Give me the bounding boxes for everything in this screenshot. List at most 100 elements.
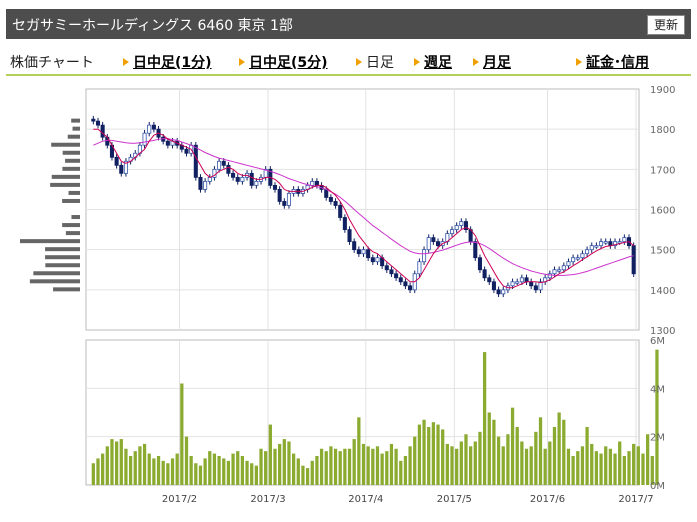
candle — [114, 156, 119, 166]
volume-bar — [515, 427, 519, 485]
candle — [435, 241, 441, 247]
x-tick-label: 2017/5 — [437, 494, 472, 505]
candle — [254, 180, 259, 186]
volume-bar — [156, 456, 161, 485]
candle — [286, 193, 292, 206]
volume-bar — [441, 429, 445, 485]
volume-bar — [375, 446, 380, 485]
volume-bar — [399, 460, 403, 485]
volume-bar — [496, 436, 501, 485]
volume-bar — [506, 434, 510, 485]
volume-bar — [240, 456, 245, 485]
candle — [342, 217, 347, 230]
candle — [277, 189, 282, 202]
price-tick-label: 1800 — [650, 125, 675, 136]
volume-bar — [245, 460, 249, 485]
volume-bar — [557, 412, 561, 485]
volume-bar — [124, 448, 128, 485]
volume-bar — [543, 448, 547, 485]
candle — [622, 237, 627, 243]
price-tick-label: 1400 — [650, 286, 675, 297]
candle — [552, 269, 557, 275]
volume-bar — [501, 446, 505, 485]
candle — [184, 148, 189, 154]
volume-bar — [585, 427, 589, 485]
volume-bar — [478, 431, 482, 485]
volume-bar — [371, 448, 375, 485]
candle — [403, 281, 408, 287]
candle — [226, 164, 231, 174]
volume-bar — [403, 456, 408, 485]
volume-bar — [427, 427, 431, 485]
candle — [575, 257, 580, 260]
volume-profile-bar — [45, 255, 80, 260]
volume-bar — [492, 419, 496, 485]
candle — [91, 118, 96, 122]
volume-bar — [450, 446, 454, 485]
candle — [193, 144, 198, 178]
volume-profile-bar — [62, 150, 80, 155]
candle — [631, 245, 636, 275]
volume-bar — [343, 448, 347, 485]
volume-bar — [361, 443, 366, 485]
x-tick-label: 2017/4 — [348, 494, 383, 505]
volume-tick-label: 4M — [650, 384, 665, 395]
candle — [310, 180, 315, 186]
volume-bar — [529, 446, 533, 485]
volume-profile-bar — [71, 215, 80, 220]
volume-bar — [445, 443, 449, 485]
volume-bar — [114, 441, 119, 485]
candle — [100, 124, 105, 138]
candle — [221, 160, 226, 166]
x-tick-label: 2017/2 — [162, 494, 197, 505]
volume-bar — [487, 412, 491, 485]
volume-bar — [128, 456, 133, 485]
volume-bar — [366, 446, 370, 485]
volume-bar — [91, 463, 95, 485]
candle — [142, 132, 147, 146]
volume-profile-bar — [65, 231, 80, 236]
x-tick-label: 2017/7 — [618, 494, 653, 505]
volume-profile-bar — [53, 287, 80, 292]
candle — [417, 261, 422, 275]
candle — [333, 201, 338, 206]
candle — [524, 277, 529, 283]
candle — [352, 241, 357, 251]
volume-bar — [473, 441, 477, 485]
candle — [119, 164, 124, 174]
volume-bar — [231, 453, 235, 485]
volume-tick-label: 6M — [650, 336, 665, 347]
volume-bar — [534, 431, 538, 485]
volume-bar — [641, 453, 645, 485]
price-tick-label: 1900 — [650, 85, 675, 96]
volume-profile-bar — [33, 271, 80, 276]
candle — [585, 249, 590, 255]
volume-bar — [613, 453, 617, 485]
candle — [389, 269, 394, 275]
volume-bar — [133, 451, 137, 485]
price-tick-label: 1600 — [650, 206, 675, 217]
candle — [571, 257, 576, 263]
candle — [198, 176, 203, 190]
volume-bar — [105, 446, 109, 485]
volume-bar — [459, 441, 463, 485]
volume-bar — [394, 448, 398, 485]
x-tick-label: 2017/3 — [250, 494, 285, 505]
volume-bar — [278, 443, 282, 485]
candle — [599, 241, 604, 247]
volume-bar — [552, 427, 557, 485]
candle — [240, 176, 245, 182]
volume-bar — [203, 458, 207, 485]
volume-bar — [352, 439, 356, 485]
volume-bar — [152, 458, 156, 485]
volume-bar — [222, 458, 226, 485]
volume-bar — [538, 417, 543, 485]
volume-bar — [198, 465, 203, 485]
volume-bar — [287, 441, 291, 485]
volume-bar — [250, 463, 254, 485]
volume-bar — [431, 422, 436, 485]
volume-bar — [646, 434, 650, 485]
volume-bar — [464, 434, 468, 485]
candle — [589, 245, 594, 251]
candle — [561, 265, 566, 271]
